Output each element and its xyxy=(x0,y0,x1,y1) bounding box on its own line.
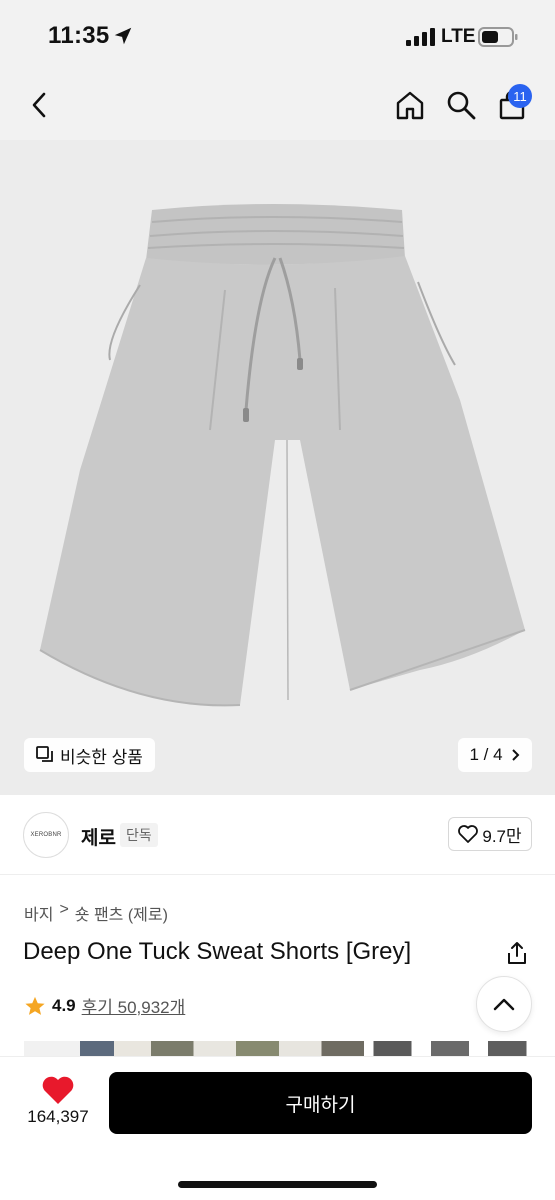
similar-products-label: 비슷한 상품 xyxy=(60,747,143,767)
chevron-up-icon xyxy=(493,998,515,1011)
breadcrumb-separator: > xyxy=(59,901,69,918)
back-icon xyxy=(32,92,46,118)
status-bar: 11:35 LTE xyxy=(0,0,555,70)
product-image xyxy=(39,204,526,707)
breadcrumb-item[interactable]: 숏 팬츠 (제로) xyxy=(75,901,168,925)
rating-row: 4.9 후기 50,932개 xyxy=(24,993,185,1018)
star-icon xyxy=(25,996,45,1015)
page-indicator-text: 1 / 4 xyxy=(469,745,503,764)
brand-name[interactable]: 제로 xyxy=(81,823,116,850)
rating-value: 4.9 xyxy=(52,995,76,1015)
wishlist-button[interactable] xyxy=(38,1073,78,1107)
location-arrow-icon xyxy=(114,27,132,45)
like-count: 9.7만 xyxy=(482,826,522,846)
breadcrumb: 바지 > 숏 팬츠 (제로) xyxy=(24,901,168,925)
wishlist-count: 164,397 xyxy=(27,1107,89,1126)
battery-icon xyxy=(478,27,518,47)
home-icon xyxy=(396,91,424,120)
cart-count-badge: 11 xyxy=(508,84,532,108)
similar-products-button[interactable]: 비슷한 상품 xyxy=(24,738,155,772)
share-icon xyxy=(508,942,526,964)
breadcrumb-item[interactable]: 바지 xyxy=(24,901,53,925)
brand-logo-text: XEROBNR xyxy=(30,832,62,838)
heart-filled-icon xyxy=(42,1076,74,1104)
chevron-right-icon xyxy=(511,749,519,761)
divider xyxy=(0,874,555,875)
share-button[interactable] xyxy=(502,938,532,968)
network-label: LTE xyxy=(441,26,476,47)
home-button[interactable] xyxy=(390,85,430,125)
search-icon xyxy=(447,91,476,120)
heart-outline-icon xyxy=(458,825,479,843)
like-brand-button[interactable]: 9.7만 xyxy=(448,817,532,851)
product-image-gallery[interactable]: 비슷한 상품 1 / 4 xyxy=(0,140,555,795)
gallery-page-indicator[interactable]: 1 / 4 xyxy=(458,738,532,772)
status-time: 11:35 xyxy=(48,22,110,49)
search-button[interactable] xyxy=(441,85,481,125)
brand-logo[interactable]: XEROBNR xyxy=(23,812,69,858)
buy-button[interactable]: 구매하기 xyxy=(109,1072,532,1134)
nav-bar xyxy=(0,70,555,140)
scroll-to-top-button[interactable] xyxy=(476,976,532,1032)
product-title: Deep One Tuck Sweat Shorts [Grey] xyxy=(23,938,412,965)
copy-icon xyxy=(36,746,53,762)
exclusive-tag: 단독 xyxy=(120,823,158,847)
review-count-link[interactable]: 후기 50,932개 xyxy=(82,993,186,1018)
signal-icon xyxy=(406,28,435,46)
home-indicator xyxy=(178,1181,377,1188)
back-button[interactable] xyxy=(20,85,60,125)
